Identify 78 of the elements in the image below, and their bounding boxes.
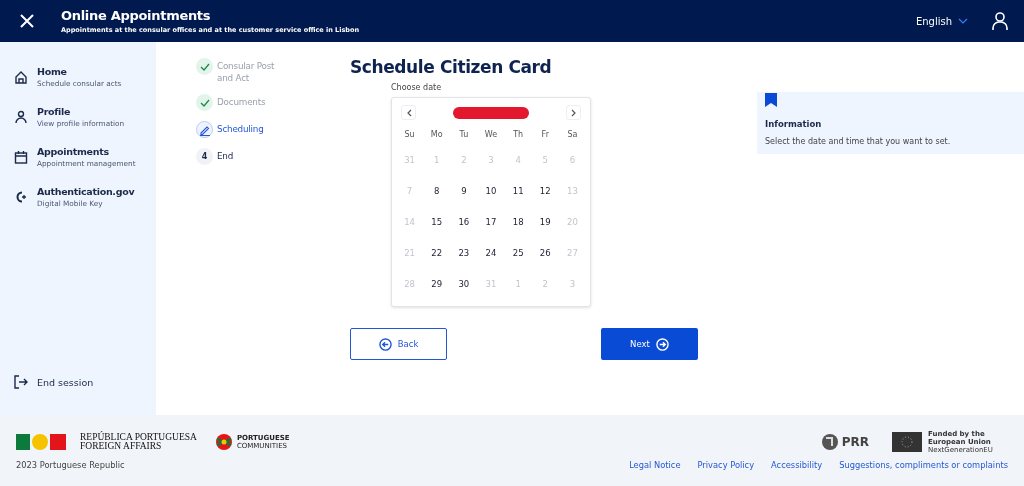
chevron-down-icon bbox=[958, 18, 968, 24]
app-title: Online Appointments bbox=[61, 8, 212, 23]
home-icon bbox=[14, 70, 28, 84]
calendar-day[interactable]: 11 bbox=[504, 176, 532, 207]
calendar-day[interactable]: 17 bbox=[477, 207, 505, 238]
next-month-button[interactable] bbox=[566, 105, 581, 120]
weekday-label: We bbox=[483, 129, 499, 141]
previous-month-button[interactable] bbox=[401, 105, 416, 120]
calendar-day: 21 bbox=[396, 238, 424, 269]
page-title: Schedule Citizen Card bbox=[350, 57, 553, 77]
prr-logo-icon bbox=[820, 433, 839, 451]
circle-arrow-right-icon bbox=[655, 337, 669, 351]
copyright-text: 2023 Portuguese Republic bbox=[16, 460, 125, 470]
person-icon bbox=[14, 110, 28, 124]
brand-ministry: FOREIGN AFFAIRS bbox=[80, 442, 163, 451]
calendar-day[interactable]: 8 bbox=[423, 176, 451, 207]
calendar-day[interactable]: 24 bbox=[477, 238, 505, 269]
chevron-right-icon bbox=[570, 108, 577, 117]
weekday-label: Tu bbox=[458, 129, 470, 141]
step-label: End bbox=[217, 150, 235, 162]
calendar-day[interactable]: 29 bbox=[423, 269, 451, 300]
calendar-day[interactable]: 10 bbox=[477, 176, 505, 207]
close-icon[interactable] bbox=[20, 14, 34, 28]
bookmark-icon bbox=[765, 93, 777, 107]
communities-logo-icon bbox=[214, 433, 233, 451]
calendar-icon bbox=[14, 150, 28, 164]
calendar-day: 2 bbox=[450, 145, 478, 176]
step-label: Consular Post and Act bbox=[217, 60, 276, 84]
calendar-day[interactable]: 9 bbox=[450, 176, 478, 207]
calendar-day: 13 bbox=[558, 176, 586, 207]
calendar-day: 2 bbox=[531, 269, 559, 300]
calendar-day: 31 bbox=[477, 269, 505, 300]
calendar-day[interactable]: 18 bbox=[504, 207, 532, 238]
weekday-label: Su bbox=[403, 129, 416, 141]
logout-icon bbox=[14, 375, 28, 389]
calendar-day[interactable]: 19 bbox=[531, 207, 559, 238]
back-button[interactable]: Back bbox=[350, 328, 447, 360]
calendar-day: 14 bbox=[396, 207, 424, 238]
calendar-day[interactable]: 25 bbox=[504, 238, 532, 269]
eu-flag-icon bbox=[892, 432, 922, 452]
footer-link[interactable]: Suggestions, compliments or complaints bbox=[839, 460, 1008, 470]
next-button[interactable]: Next bbox=[601, 328, 698, 360]
footer-link[interactable]: Legal Notice bbox=[629, 460, 681, 470]
calendar-day: 3 bbox=[477, 145, 505, 176]
chevron-left-icon bbox=[405, 108, 412, 117]
calendar-day[interactable]: 23 bbox=[450, 238, 478, 269]
calendar-day: 7 bbox=[396, 176, 424, 207]
calendar-day: 27 bbox=[558, 238, 586, 269]
info-text: Select the date and time that you want to set. bbox=[765, 137, 952, 146]
footer-link[interactable]: Accessibility bbox=[771, 460, 823, 470]
calendar-day[interactable]: 30 bbox=[450, 269, 478, 300]
weekday-label: Fr bbox=[540, 129, 550, 141]
calendar-day[interactable]: 22 bbox=[423, 238, 451, 269]
calendar-day: 1 bbox=[423, 145, 451, 176]
step-number: 4 bbox=[196, 148, 213, 165]
weekday-label: Mo bbox=[429, 129, 444, 141]
info-title: Information bbox=[765, 119, 823, 129]
calendar-day[interactable]: 12 bbox=[531, 176, 559, 207]
step-label: Documents bbox=[217, 96, 267, 108]
calendar-day: 5 bbox=[531, 145, 559, 176]
calendar-day[interactable]: 16 bbox=[450, 207, 478, 238]
calendar-day: 31 bbox=[396, 145, 424, 176]
language-dropdown[interactable]: English bbox=[915, 15, 968, 27]
calendar-day: 28 bbox=[396, 269, 424, 300]
circle-arrow-left-icon bbox=[378, 337, 392, 351]
weekday-label: Sa bbox=[566, 129, 579, 141]
calendar-day[interactable]: 26 bbox=[531, 238, 559, 269]
user-icon[interactable] bbox=[992, 12, 1008, 30]
step-label: Scheduling bbox=[217, 123, 265, 135]
weekday-label: Th bbox=[512, 129, 525, 141]
calendar-day[interactable]: 15 bbox=[423, 207, 451, 238]
calendar-day: 1 bbox=[504, 269, 532, 300]
end-session-link[interactable]: End session bbox=[0, 375, 156, 389]
field-label: Choose date bbox=[391, 83, 443, 92]
calendar-day: 20 bbox=[558, 207, 586, 238]
brand-name: REPÚBLICA PORTUGUESA bbox=[80, 433, 197, 442]
footer-link[interactable]: Privacy Policy bbox=[697, 460, 755, 470]
prr-label: PRR bbox=[841, 435, 869, 449]
